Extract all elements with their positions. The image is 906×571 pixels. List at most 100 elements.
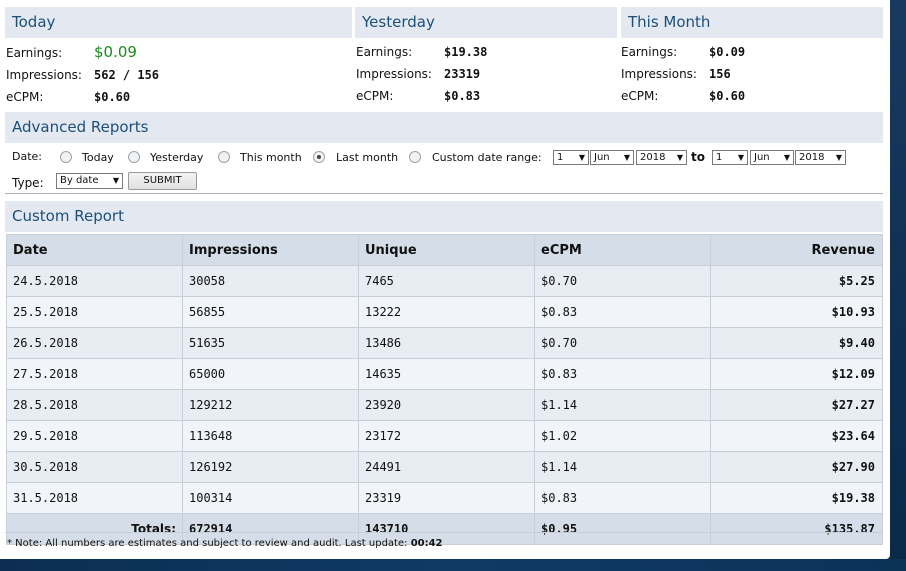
stats-panel: Today Yesterday This Month Earnings: $0.… xyxy=(0,0,890,559)
chevron-down-icon: ▼ xyxy=(835,153,842,162)
yesterday-impressions: 23319 xyxy=(444,67,481,81)
submit-button[interactable]: SUBMIT xyxy=(128,172,197,190)
earnings-label: Earnings: xyxy=(621,45,678,59)
cell-ecpm: $0.70 xyxy=(535,328,710,358)
from-day-select[interactable]: 1 ▼ xyxy=(553,150,589,165)
from-month-select[interactable]: Jun ▼ xyxy=(590,150,634,165)
cell-unique: 23172 xyxy=(359,421,534,451)
cell-ecpm: $0.83 xyxy=(535,359,710,389)
cell-impressions: 113648 xyxy=(183,421,358,451)
table-row: 30.5.2018 126192 24491 $1.14 $27.90 xyxy=(7,452,882,482)
today-earnings: $0.09 xyxy=(94,43,137,61)
type-select[interactable]: By date ▼ xyxy=(56,173,123,189)
cell-impressions: 129212 xyxy=(183,390,358,420)
yesterday-header: Yesterday xyxy=(355,7,617,38)
cell-revenue: $19.38 xyxy=(711,483,882,513)
table-row: 24.5.2018 30058 7465 $0.70 $5.25 xyxy=(7,266,882,296)
radio-today[interactable] xyxy=(60,151,72,163)
this-month-impressions: 156 xyxy=(709,67,731,81)
this-month-earnings: $0.09 xyxy=(709,45,746,59)
radio-today-label: Today xyxy=(82,151,114,164)
cell-revenue: $9.40 xyxy=(711,328,882,358)
cell-revenue: $27.90 xyxy=(711,452,882,482)
cell-date: 26.5.2018 xyxy=(7,328,182,358)
footer-divider xyxy=(5,532,883,533)
today-ecpm: $0.60 xyxy=(94,90,131,104)
cell-unique: 23319 xyxy=(359,483,534,513)
cell-impressions: 100314 xyxy=(183,483,358,513)
cell-date: 24.5.2018 xyxy=(7,266,182,296)
type-label: Type: xyxy=(12,176,44,190)
chevron-down-icon: ▼ xyxy=(783,153,790,162)
radio-this-month-label: This month xyxy=(240,151,302,164)
cell-ecpm: $0.83 xyxy=(535,297,710,327)
ecpm-label: eCPM: xyxy=(621,89,659,103)
chevron-down-icon: ▼ xyxy=(623,153,630,162)
yesterday-ecpm: $0.83 xyxy=(444,89,481,103)
custom-report-table: Date Impressions Unique eCPM Revenue 24.… xyxy=(6,234,883,545)
col-ecpm[interactable]: eCPM xyxy=(535,235,710,265)
cell-impressions: 56855 xyxy=(183,297,358,327)
cell-ecpm: $0.70 xyxy=(535,266,710,296)
col-date[interactable]: Date xyxy=(7,235,182,265)
table-row: 31.5.2018 100314 23319 $0.83 $19.38 xyxy=(7,483,882,513)
cell-date: 31.5.2018 xyxy=(7,483,182,513)
to-label: to xyxy=(691,150,705,164)
col-impressions[interactable]: Impressions xyxy=(183,235,358,265)
chevron-down-icon: ▼ xyxy=(112,176,119,185)
last-update-time: 00:42 xyxy=(410,538,443,549)
radio-custom-range[interactable] xyxy=(409,151,421,163)
cell-ecpm: $1.14 xyxy=(535,390,710,420)
radio-yesterday[interactable] xyxy=(128,151,140,163)
yesterday-stats: Earnings: $19.38 Impressions: 23319 eCPM… xyxy=(356,45,616,105)
radio-last-month-label: Last month xyxy=(336,151,399,164)
today-impressions: 562 / 156 xyxy=(94,68,160,82)
cell-unique: 7465 xyxy=(359,266,534,296)
footnote-text: * Note: All numbers are estimates and su… xyxy=(7,538,408,549)
col-revenue[interactable]: Revenue xyxy=(711,235,882,265)
table-row: 29.5.2018 113648 23172 $1.02 $23.64 xyxy=(7,421,882,451)
desktop-taskbar-edge xyxy=(0,559,906,571)
cell-date: 30.5.2018 xyxy=(7,452,182,482)
cell-ecpm: $1.02 xyxy=(535,421,710,451)
cell-impressions: 126192 xyxy=(183,452,358,482)
cell-impressions: 51635 xyxy=(183,328,358,358)
section-divider xyxy=(5,193,883,194)
date-label: Date: xyxy=(12,150,42,163)
impressions-label: Impressions: xyxy=(356,67,432,81)
cell-revenue: $23.64 xyxy=(711,421,882,451)
table-row: 25.5.2018 56855 13222 $0.83 $10.93 xyxy=(7,297,882,327)
cell-unique: 23920 xyxy=(359,390,534,420)
radio-yesterday-label: Yesterday xyxy=(150,151,204,164)
table-row: 26.5.2018 51635 13486 $0.70 $9.40 xyxy=(7,328,882,358)
radio-custom-range-label: Custom date range: xyxy=(432,151,542,164)
to-month-select[interactable]: Jun ▼ xyxy=(750,150,794,165)
radio-this-month[interactable] xyxy=(218,151,230,163)
cell-date: 27.5.2018 xyxy=(7,359,182,389)
to-day-select[interactable]: 1 ▼ xyxy=(712,150,748,165)
cell-revenue: $12.09 xyxy=(711,359,882,389)
earnings-label: Earnings: xyxy=(6,46,63,60)
table-row: 27.5.2018 65000 14635 $0.83 $12.09 xyxy=(7,359,882,389)
this-month-stats: Earnings: $0.09 Impressions: 156 eCPM: $… xyxy=(621,45,881,105)
cell-unique: 14635 xyxy=(359,359,534,389)
from-year-select[interactable]: 2018 ▼ xyxy=(636,150,687,165)
cell-impressions: 65000 xyxy=(183,359,358,389)
today-stats: Earnings: $0.09 Impressions: 562 / 156 e… xyxy=(6,43,346,105)
total-revenue: $135.87 xyxy=(711,514,882,544)
chevron-down-icon: ▼ xyxy=(578,153,585,162)
impressions-label: Impressions: xyxy=(621,67,697,81)
yesterday-earnings: $19.38 xyxy=(444,45,488,59)
advanced-reports-header: Advanced Reports xyxy=(5,112,883,143)
radio-last-month[interactable] xyxy=(313,151,325,163)
col-unique[interactable]: Unique xyxy=(359,235,534,265)
this-month-ecpm: $0.60 xyxy=(709,89,746,103)
custom-report-header: Custom Report xyxy=(5,201,883,232)
cell-revenue: $27.27 xyxy=(711,390,882,420)
to-year-select[interactable]: 2018 ▼ xyxy=(795,150,846,165)
chevron-down-icon: ▼ xyxy=(676,153,683,162)
ecpm-label: eCPM: xyxy=(6,90,44,104)
cell-unique: 24491 xyxy=(359,452,534,482)
this-month-header: This Month xyxy=(621,7,883,38)
cell-unique: 13222 xyxy=(359,297,534,327)
